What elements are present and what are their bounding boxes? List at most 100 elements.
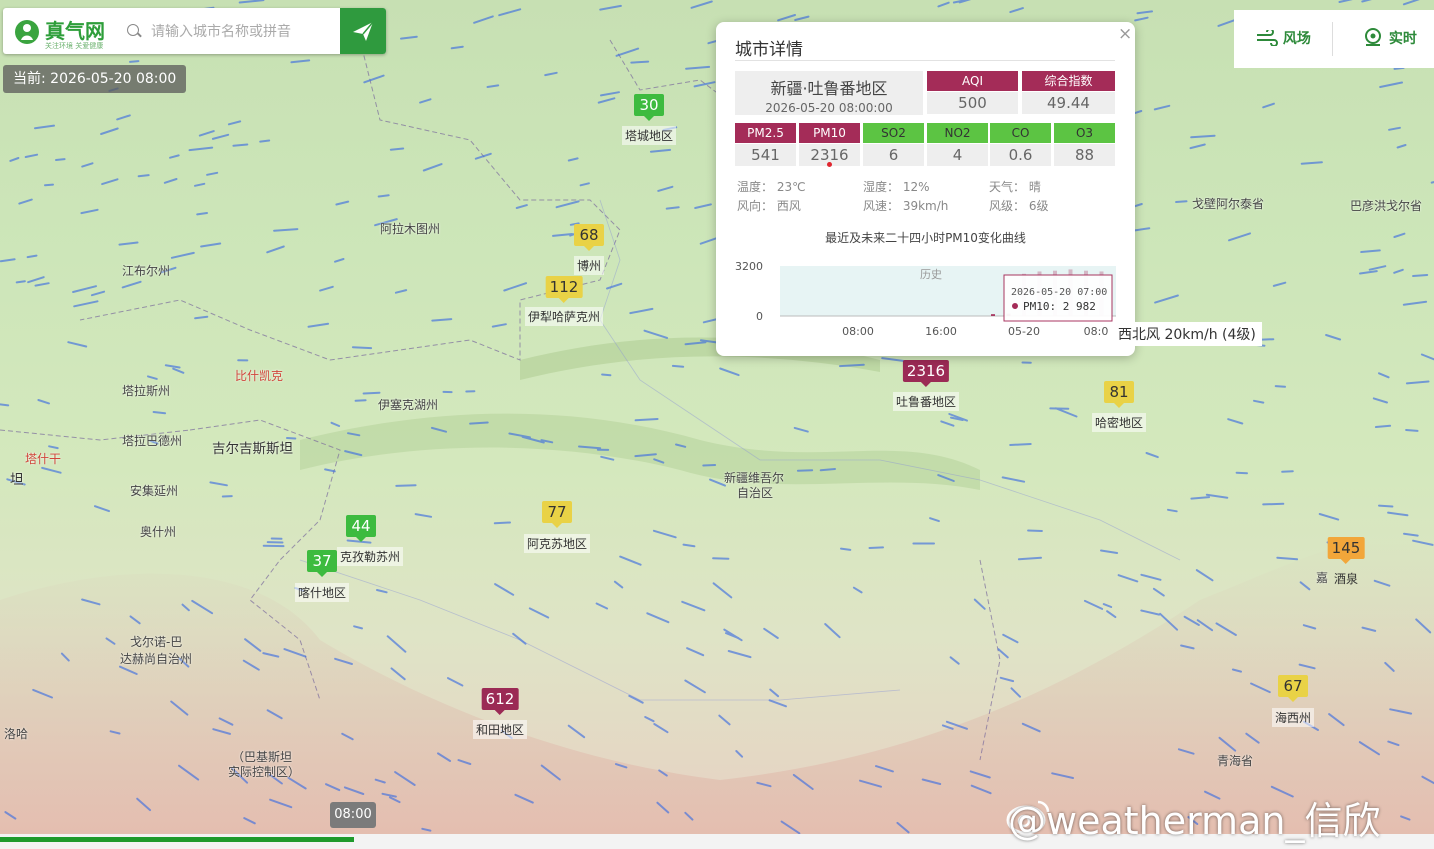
wind-streak	[1002, 633, 1019, 644]
station-marker-bozhou[interactable]: 68	[574, 224, 604, 251]
wind-streak	[1134, 16, 1149, 22]
wind-streak	[400, 35, 418, 40]
station-marker-jiuquan[interactable]: 145	[1327, 537, 1365, 564]
wind-streak	[1106, 610, 1117, 619]
popup-divider	[735, 60, 1115, 61]
region-label: 坦	[10, 472, 24, 488]
wind-streak	[200, 242, 222, 248]
wind-streak	[1405, 380, 1430, 385]
chart-y-tick: 3200	[735, 260, 763, 273]
wind-streak	[24, 153, 39, 158]
wind-streak	[206, 171, 219, 176]
region-label: 阿拉木图州	[380, 222, 441, 236]
timeline-handle[interactable]: 08:00	[330, 802, 376, 828]
logo-slogan: 关注环境 关爱健康	[45, 42, 104, 50]
chart-x-tick: 05-20	[1008, 325, 1040, 338]
wind-streak	[1281, 470, 1294, 473]
wind-streak	[101, 178, 119, 186]
station-label: 塔城地区	[621, 126, 677, 145]
station-marker-tacheng[interactable]: 30	[634, 94, 664, 121]
chart-tooltip: 2026-05-20 07:00 PM10: 2 982	[1003, 274, 1113, 322]
city-detail-popup: 城市详情 × 新疆·吐鲁番地区 2026-05-20 08:00:00 AQI …	[716, 22, 1135, 356]
wind-field-button[interactable]: 风场	[1256, 10, 1311, 68]
wind-streak	[685, 65, 711, 70]
wind-streak	[1402, 0, 1420, 6]
wind-streak	[613, 580, 624, 589]
wind-streak	[682, 543, 696, 548]
chart-title: 最近及未来二十四小时PM10变化曲线	[825, 231, 1026, 245]
station-label: 和田地区	[472, 720, 528, 739]
pm10-chart[interactable]: 历史 3200 0 08:00 16:00 05-20 08:0 2026-05-20 …	[716, 254, 1135, 344]
region-label: 江布尔州	[122, 264, 171, 278]
meta-wind-speed: 风速： 39km/h	[863, 199, 949, 213]
wind-streak	[194, 315, 209, 320]
station-marker-hami[interactable]: 81	[1104, 381, 1134, 408]
wind-streak	[1136, 10, 1153, 15]
station-marker-yili[interactable]: 112	[545, 276, 583, 303]
wind-streak	[1272, 281, 1287, 287]
wind-streak	[1374, 424, 1392, 428]
station-marker-kashgar[interactable]: 37	[307, 550, 337, 577]
wind-streak	[486, 84, 500, 88]
wind-streak	[493, 521, 511, 525]
station-marker-haixi[interactable]: 67	[1278, 675, 1308, 702]
pm25-value: 541	[735, 144, 796, 166]
wind-streak	[1372, 397, 1388, 404]
wind-streak	[147, 375, 158, 380]
station-marker-kizilsu[interactable]: 44	[346, 515, 376, 542]
wind-streak	[769, 688, 780, 698]
wind-streak	[727, 650, 752, 659]
logo[interactable]: 真气网 关注环境 关爱健康	[13, 14, 118, 50]
wind-streak	[1100, 549, 1119, 554]
wind-streak	[940, 420, 955, 427]
station-label: 吐鲁番地区	[892, 392, 960, 411]
search-icon	[127, 24, 139, 36]
search-input[interactable]	[149, 18, 333, 46]
wind-streak	[712, 582, 733, 599]
region-label: 伊塞克湖州	[378, 398, 439, 412]
wind-streak	[389, 147, 405, 151]
station-marker-hotan[interactable]: 612	[481, 688, 519, 715]
composite-header: 综合指数	[1022, 71, 1115, 91]
wind-tooltip: 西北风 20km/h (4级)	[1112, 322, 1262, 346]
wind-streak	[606, 282, 623, 290]
wind-streak	[37, 399, 50, 405]
city-name: 新疆·吐鲁番地区	[770, 79, 888, 98]
co-header: CO	[990, 123, 1051, 143]
wind-streak	[1262, 102, 1275, 109]
wind-field-label: 风场	[1282, 31, 1311, 47]
region-label: 戈尔诺-巴	[130, 635, 183, 649]
station-marker-turpan[interactable]: 2316	[902, 360, 950, 387]
wind-streak	[1338, 0, 1353, 3]
wind-streak	[26, 254, 38, 259]
region-label: 实际控制区）	[228, 765, 301, 779]
wind-streak	[100, 127, 119, 135]
wind-streak	[94, 505, 110, 513]
wind-streak	[27, 276, 45, 284]
wind-streak	[567, 724, 586, 739]
station-label: 哈密地区	[1091, 413, 1147, 432]
alert-dot	[827, 162, 832, 167]
wind-streak	[599, 4, 622, 11]
wind-streak	[209, 481, 228, 487]
wind-streak	[646, 612, 670, 624]
search-submit-button[interactable]	[340, 8, 386, 54]
wind-streak	[1102, 603, 1113, 608]
wind-streak	[1360, 249, 1381, 253]
live-button[interactable]: 实时	[1362, 10, 1417, 68]
top-right-toolbar: 风场 实时	[1234, 10, 1434, 68]
wind-streak	[259, 139, 271, 143]
region-label: 巴彦洪戈尔省	[1350, 199, 1423, 213]
wind-streak	[194, 182, 206, 187]
wind-streak	[34, 282, 50, 287]
chart-x-tick: 08:00	[842, 325, 874, 338]
station-marker-aksu[interactable]: 77	[542, 501, 572, 528]
wind-streak	[334, 258, 345, 263]
wind-streak	[307, 322, 330, 328]
region-label: 嘉	[1316, 571, 1329, 585]
timeline-progress	[0, 837, 354, 842]
wind-streak	[1378, 504, 1394, 508]
close-icon[interactable]: ×	[1118, 24, 1132, 44]
wind-streak	[868, 546, 884, 549]
region-label: 达赫尚自治州	[120, 652, 193, 666]
